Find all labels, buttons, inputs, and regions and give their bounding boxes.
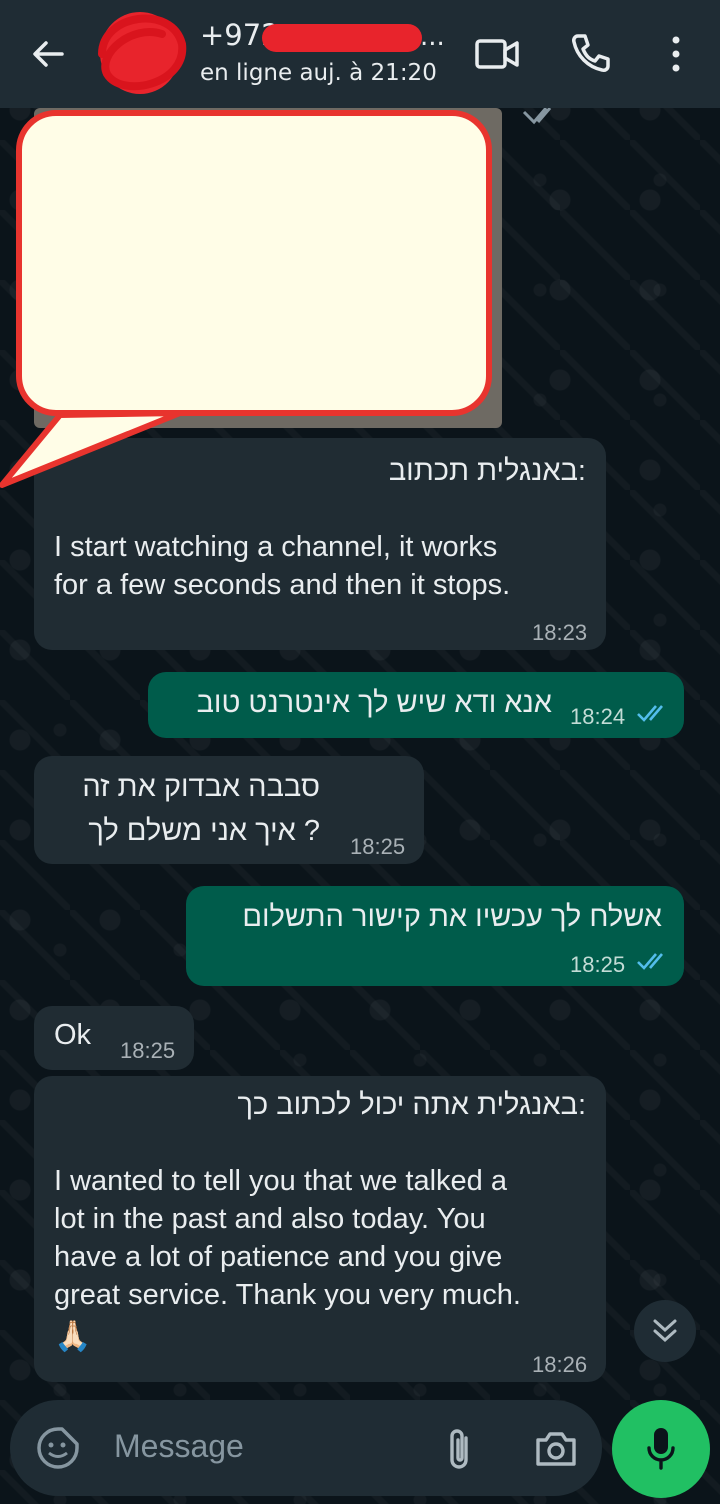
message-bubble-incoming[interactable]: סבבה אבדוק את זה ? איך אני משלם לך 18:25: [34, 756, 424, 864]
message-bubble-incoming[interactable]: :באנגלית אתה יכול לכתוב כך I wanted to t…: [34, 1076, 606, 1382]
message-text: I start watching a channel, it works: [54, 531, 498, 563]
message-text: אנא ודא שיש לך אינטרנט טוב: [196, 687, 552, 719]
message-time: 18:23: [532, 620, 588, 645]
scroll-down-icon: [653, 1319, 677, 1343]
praying-hands-emoji: 🙏🏻: [54, 1320, 92, 1353]
emoji-sticker-icon[interactable]: [36, 1426, 80, 1470]
chat-header: +972 ... en ligne auj. à 21:20: [0, 0, 720, 108]
name-redaction: [262, 24, 422, 52]
voice-message-button[interactable]: [612, 1400, 710, 1498]
message-bubble-outgoing[interactable]: אנא ודא שיש לך אינטרנט טוב 18:24: [148, 672, 684, 738]
message-text: for a few seconds and then it stops.: [54, 569, 511, 601]
avatar-redaction-scribble: [98, 14, 187, 91]
message-input[interactable]: Message: [114, 1428, 244, 1465]
attach-icon[interactable]: [444, 1426, 474, 1472]
callout-tail: [0, 410, 183, 488]
contact-status: en ligne auj. à 21:20: [200, 60, 437, 86]
message-text: I wanted to tell you that we talked a: [54, 1165, 507, 1197]
mic-icon: [647, 1428, 675, 1470]
message-text: אשלח לך עכשיו את קישור התשלום: [242, 901, 662, 933]
message-text: lot in the past and also today. You: [54, 1203, 486, 1235]
double-check-icon: [637, 705, 663, 722]
double-check-icon: [637, 953, 663, 970]
message-text: great service. Thank you very much.: [54, 1279, 521, 1311]
message-time: 18:25: [570, 952, 626, 977]
message-time: 18:25: [120, 1038, 176, 1063]
more-options-icon[interactable]: [668, 34, 684, 74]
video-call-icon[interactable]: [474, 36, 520, 72]
camera-icon[interactable]: [534, 1430, 578, 1468]
phone-icon[interactable]: [570, 32, 612, 74]
message-text: סבבה אבדוק את זה: [82, 771, 320, 803]
message-composer[interactable]: Message: [10, 1400, 602, 1496]
message-time: 18:24: [570, 704, 626, 729]
double-check-icon: [522, 108, 552, 125]
message-time: 18:25: [350, 834, 406, 859]
message-text: have a lot of patience and you give: [54, 1241, 503, 1273]
message-bubble-outgoing[interactable]: אשלח לך עכשיו את קישור התשלום 18:25: [186, 886, 684, 986]
message-text: ? איך אני משלם לך: [88, 815, 320, 847]
message-text: Ok: [54, 1019, 92, 1051]
callout-annotation: [16, 110, 492, 416]
message-text: :באנגלית תכתוב: [388, 455, 586, 487]
message-time: 18:26: [532, 1352, 588, 1377]
message-text: :באנגלית אתה יכול לכתוב כך: [237, 1089, 587, 1121]
scroll-to-bottom-button[interactable]: [634, 1300, 696, 1362]
back-arrow-icon[interactable]: [28, 34, 68, 74]
name-ellipsis: ...: [420, 22, 445, 52]
message-bubble-incoming[interactable]: Ok 18:25: [34, 1006, 194, 1070]
